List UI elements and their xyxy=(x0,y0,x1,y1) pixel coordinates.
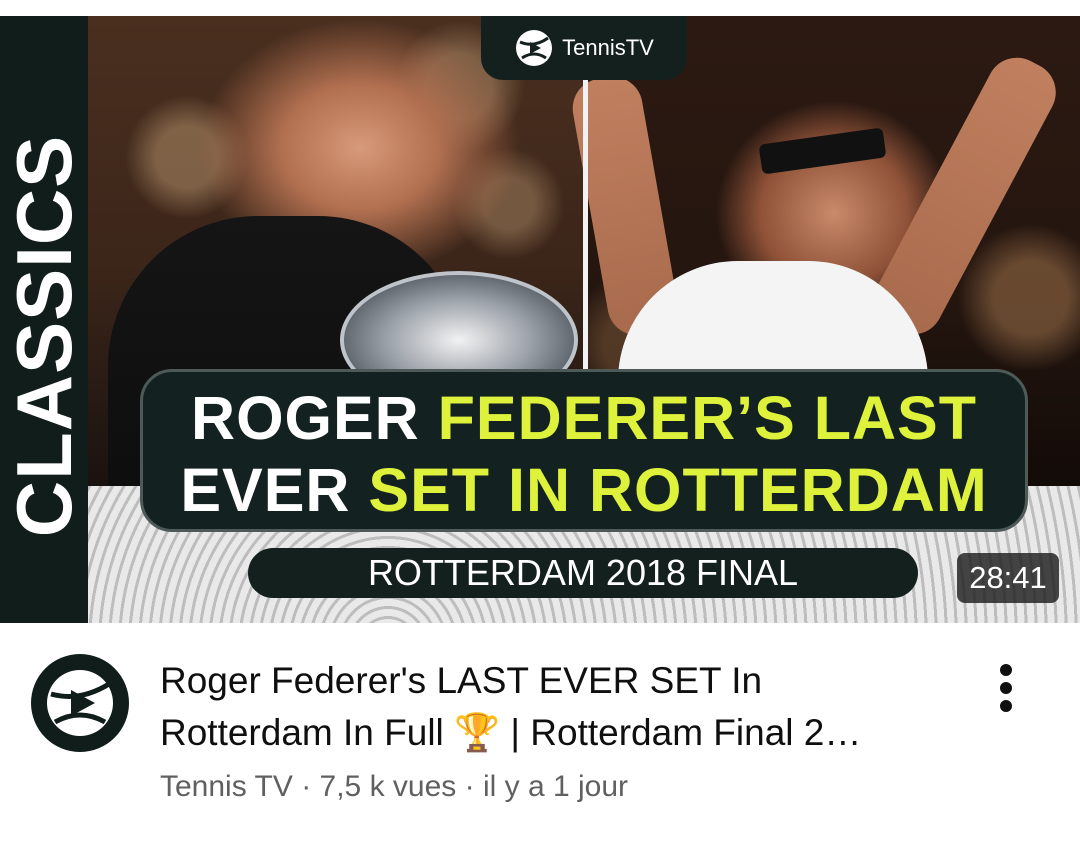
classics-label: CLASSICS xyxy=(0,134,88,538)
more-vertical-icon xyxy=(1000,664,1012,676)
headline-line-2: EVER SET IN ROTTERDAM xyxy=(143,454,1025,526)
headline-yellow-2: SET IN ROTTERDAM xyxy=(368,456,988,524)
video-title-line-1: Roger Federer's LAST EVER SET In xyxy=(160,660,763,701)
headline-white-1: ROGER xyxy=(191,384,438,452)
top-strip xyxy=(0,0,1080,16)
upload-age: il y a 1 jour xyxy=(482,770,629,803)
more-vertical-icon xyxy=(1000,682,1012,694)
more-options-button[interactable] xyxy=(985,660,1029,716)
headline-box: ROGER FEDERER’S LAST EVER SET IN ROTTERD… xyxy=(140,369,1028,532)
video-thumbnail[interactable]: CLASSICS TennisTV ROGER FEDERER’S LAST E… xyxy=(0,16,1080,623)
classics-side-bar: CLASSICS xyxy=(0,16,88,623)
video-title-line-2: Rotterdam In Full 🏆 | Rotterdam Final 2… xyxy=(160,712,862,753)
subtitle-pill: ROTTERDAM 2018 FINAL xyxy=(248,548,918,598)
tennis-tv-logo-icon xyxy=(47,670,113,736)
headline-white-2: EVER xyxy=(180,456,369,524)
video-title[interactable]: Roger Federer's LAST EVER SET In Rotterd… xyxy=(160,655,960,759)
tennis-ball-icon xyxy=(516,30,553,66)
meta-separator-2: · xyxy=(456,770,483,803)
view-count: 7,5 k vues xyxy=(319,770,457,803)
channel-avatar[interactable] xyxy=(31,654,129,752)
headline-yellow-1: FEDERER’S LAST xyxy=(437,384,977,452)
tennis-tv-logo: TennisTV xyxy=(481,16,687,80)
duration-badge: 28:41 xyxy=(957,553,1059,603)
more-vertical-icon xyxy=(1000,700,1012,712)
logo-text: TennisTV xyxy=(562,35,654,60)
video-meta: Tennis TV · 7,5 k vues · il y a 1 jour xyxy=(160,770,860,804)
channel-name[interactable]: Tennis TV xyxy=(160,770,293,803)
headline-line-1: ROGER FEDERER’S LAST xyxy=(143,382,1025,454)
meta-separator-1: · xyxy=(292,770,320,803)
